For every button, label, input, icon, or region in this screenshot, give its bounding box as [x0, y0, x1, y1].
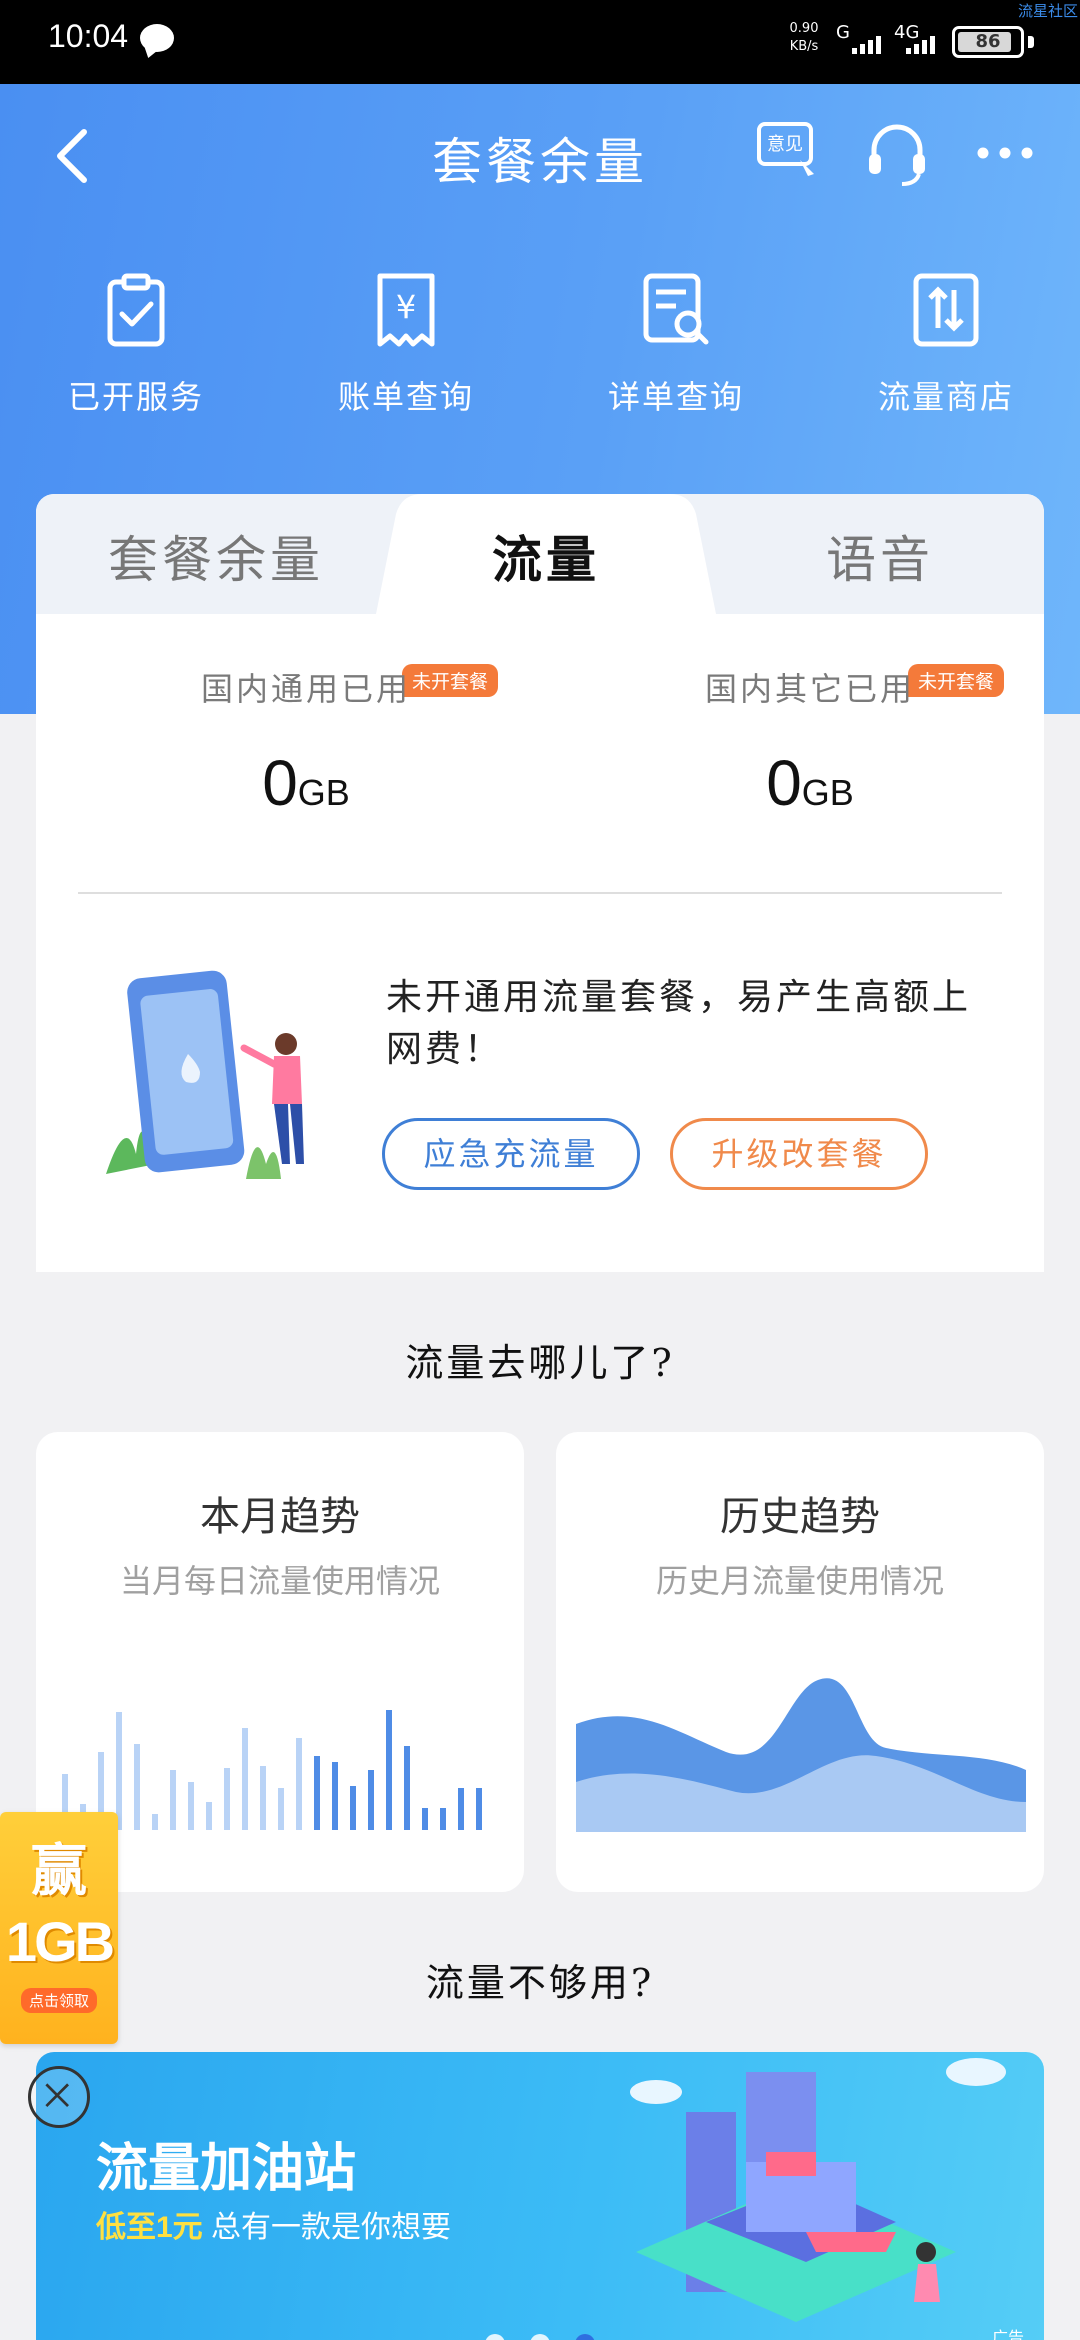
feedback-button[interactable]: 意见: [754, 118, 824, 188]
banner-subtitle: 低至1元 总有一款是你想要: [96, 2211, 452, 2244]
watermark: 流星社区: [1017, 2, 1078, 20]
usage-label: 国内其它已用: [704, 670, 915, 708]
monthly-trend-title: 本月趋势: [200, 1495, 360, 1539]
where-data-went-title: 流量去哪儿了?: [405, 1341, 675, 1385]
carousel-dot[interactable]: [530, 2334, 550, 2340]
quick-link-label: 账单查询: [337, 378, 474, 416]
feedback-icon: 意见: [757, 122, 814, 176]
phone-illustration: [106, 970, 304, 1179]
usage-domestic-other: 国内其它已用 0GB: [600, 664, 1020, 820]
quick-link-opened-services[interactable]: 已开服务: [36, 270, 236, 418]
carousel-indicator: [36, 2334, 1044, 2340]
signal-icon: [852, 32, 881, 54]
usage-label: 国内通用已用: [200, 670, 411, 708]
quick-link-label: 详单查询: [607, 378, 744, 416]
monthly-trend-subtitle: 当月每日流量使用情况: [119, 1563, 440, 1599]
data-not-enough-title: 流量不够用?: [425, 1961, 655, 2005]
usage-domestic-general: 国内通用已用 0GB: [96, 664, 516, 820]
emergency-recharge-button[interactable]: 应急充流量: [382, 1118, 640, 1190]
quick-link-data-store[interactable]: 流量商店: [846, 270, 1046, 418]
chat-notification-icon: [140, 24, 174, 52]
more-options-icon[interactable]: [970, 118, 1040, 188]
svg-text:意见: 意见: [767, 134, 803, 155]
promo-message: 未开通用流量套餐，易产生高额上网费！: [386, 977, 972, 1070]
quick-link-label: 已开服务: [67, 378, 204, 416]
signal-icon-2: [906, 32, 935, 54]
history-trend-title: 历史趋势: [720, 1495, 880, 1539]
network-type-1: G: [836, 22, 850, 43]
carousel-dot-active[interactable]: [575, 2334, 596, 2340]
usage-value: 0GB: [262, 747, 350, 819]
banner-title: 流量加油站: [96, 2140, 357, 2198]
data-station-banner[interactable]: 流量加油站 低至1元 总有一款是你想要 广告: [36, 2052, 1044, 2340]
tab-package-balance[interactable]: 套餐余量: [108, 520, 324, 592]
history-area-chart-icon: [576, 1678, 1026, 1832]
svg-text:¥: ¥: [396, 288, 416, 326]
battery-icon: 86: [952, 26, 1024, 58]
detail-search-icon: [643, 273, 709, 345]
customer-service-headset-icon[interactable]: [862, 118, 932, 188]
bill-yen-icon: ¥: [377, 273, 435, 347]
win-1gb-floating-badge[interactable]: 赢 1GB 点击领取: [0, 1812, 118, 2044]
history-trend-card[interactable]: 历史趋势 历史月流量使用情况: [556, 1432, 1044, 1892]
close-ad-button[interactable]: [28, 2066, 90, 2128]
quick-link-label: 流量商店: [877, 378, 1014, 416]
status-time: 10:04: [48, 18, 129, 54]
quick-link-bill-query[interactable]: ¥ 账单查询: [306, 270, 506, 418]
divider: [78, 892, 1002, 894]
data-store-icon: [913, 273, 979, 347]
tab-voice[interactable]: 语音: [826, 520, 934, 592]
quick-link-detail-query[interactable]: 详单查询: [576, 270, 776, 418]
usage-value: 0GB: [766, 747, 854, 819]
history-trend-subtitle: 历史月流量使用情况: [655, 1563, 944, 1599]
tab-bar: 套餐余量 流量 语音: [36, 494, 1044, 614]
shop-illustration: [630, 2058, 1006, 2322]
clipboard-check-icon: [107, 273, 165, 347]
usage-card: 套餐余量 流量 语音 未开套餐 未开套餐 国内通用已用 0GB 国内其它已用 0…: [36, 494, 1044, 1272]
battery-tip: [1028, 36, 1034, 48]
upgrade-plan-button[interactable]: 升级改套餐: [670, 1118, 928, 1190]
claim-label: 点击领取: [20, 1988, 97, 2013]
close-icon: [45, 2083, 69, 2107]
carousel-dot[interactable]: [484, 2334, 505, 2340]
status-bar: 10:04 0.90 KB/s G 4G 86 流星社区: [0, 0, 1080, 84]
network-speed: 0.90 KB/s: [789, 21, 819, 54]
tab-data[interactable]: 流量: [492, 520, 600, 592]
